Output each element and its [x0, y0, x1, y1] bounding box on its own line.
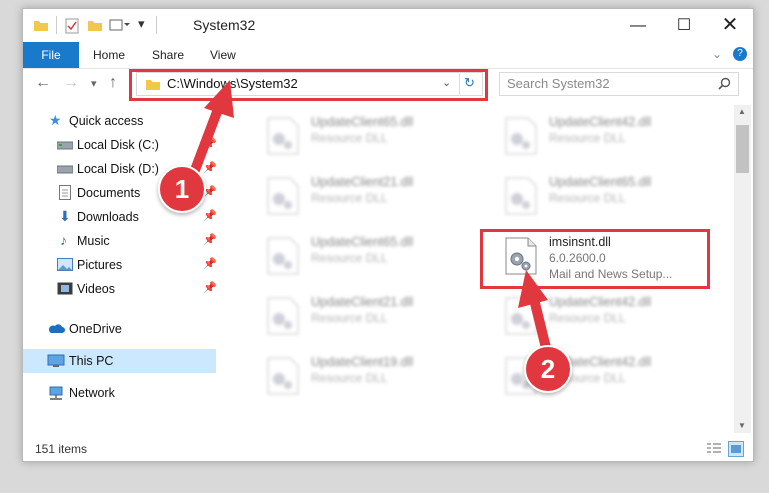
arrow-graphics	[187, 80, 553, 361]
arrow-2	[518, 270, 553, 361]
step-marker-1: 1	[158, 165, 206, 213]
arrow-1	[187, 80, 234, 183]
step-marker-2: 2	[524, 345, 572, 393]
